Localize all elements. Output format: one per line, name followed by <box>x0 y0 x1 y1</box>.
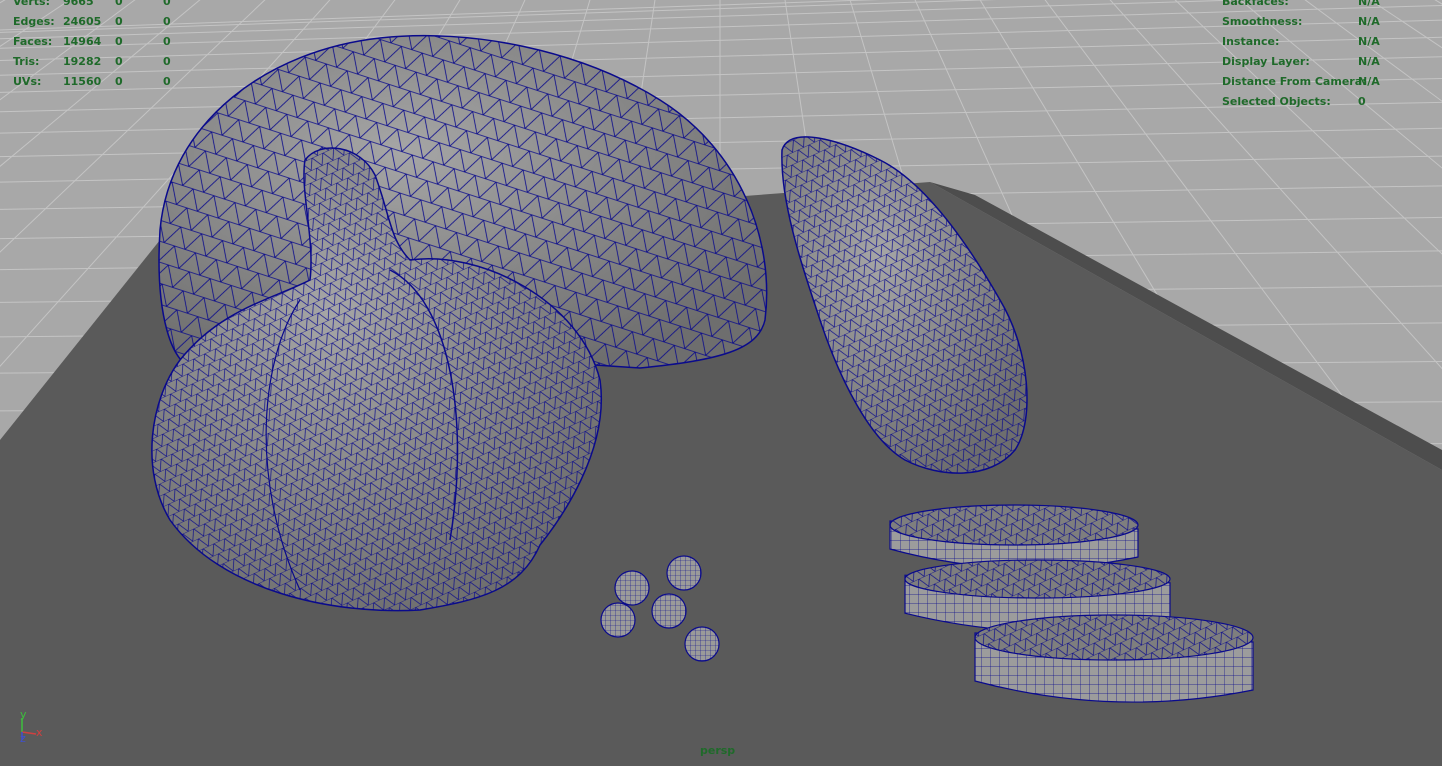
hud-label: UVs: <box>13 75 42 88</box>
peppercorn[interactable] <box>651 593 687 629</box>
axis-gizmo: y x z <box>20 708 43 745</box>
scene-canvas[interactable] <box>0 0 1442 766</box>
peppercorn[interactable] <box>614 570 650 606</box>
camera-name-label: persp <box>700 744 736 757</box>
peppercorn[interactable] <box>666 555 702 591</box>
hud-value: 9665 <box>63 0 94 8</box>
hud-label: Smoothness: <box>1222 15 1303 28</box>
viewport-persp[interactable]: Verts: 9665 0 0 Edges: 24605 0 0 Faces: 14964 0 0 Tr… <box>0 0 1442 766</box>
hud-value: 11560 <box>63 75 102 88</box>
hud-value: 0 <box>163 0 171 8</box>
hud-label: Tris: <box>13 55 40 68</box>
hud-label: Backfaces: <box>1222 0 1289 8</box>
peppercorn[interactable] <box>600 602 636 638</box>
hud-label: Verts: <box>13 0 51 8</box>
hud-label: Display Layer: <box>1222 55 1310 68</box>
peppercorn[interactable] <box>684 626 720 662</box>
hud-label: Distance From Camera: <box>1222 75 1367 88</box>
hud-value: 0 <box>115 15 123 28</box>
hud-label: Instance: <box>1222 35 1280 48</box>
hud-label: Selected Objects: <box>1222 95 1331 108</box>
hud-label: Faces: <box>13 35 53 48</box>
eggplant-slice[interactable] <box>974 614 1254 703</box>
hud-value: 19282 <box>63 55 102 68</box>
hud-value: 0 <box>163 75 171 88</box>
axis-y-label: y <box>20 708 27 721</box>
axis-z-label: z <box>20 732 26 745</box>
hud-value: N/A <box>1358 75 1380 88</box>
hud-value: 0 <box>163 15 171 28</box>
hud-value: 0 <box>1358 95 1366 108</box>
hud-value: N/A <box>1358 0 1380 8</box>
hud-value: 14964 <box>63 35 102 48</box>
hud-value: 24605 <box>63 15 102 28</box>
hud-value: 0 <box>115 75 123 88</box>
hud-value: 0 <box>115 35 123 48</box>
hud-label: Edges: <box>13 15 55 28</box>
hud-value: 0 <box>115 0 123 8</box>
hud-value: N/A <box>1358 35 1380 48</box>
hud-value: N/A <box>1358 55 1380 68</box>
hud-value: 0 <box>163 35 171 48</box>
hud-value: 0 <box>163 55 171 68</box>
hud-value: 0 <box>115 55 123 68</box>
hud-value: N/A <box>1358 15 1380 28</box>
axis-x-label: x <box>36 726 43 739</box>
